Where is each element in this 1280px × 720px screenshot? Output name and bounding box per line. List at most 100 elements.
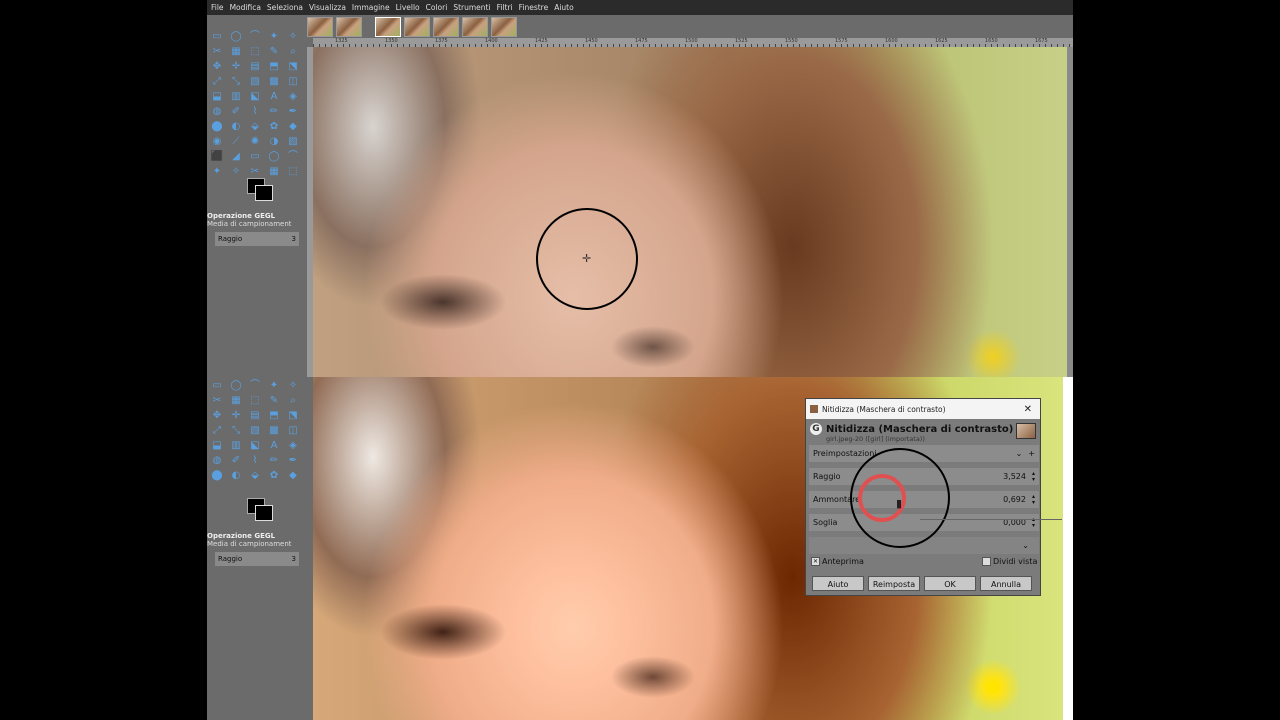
tool-icon[interactable]: ▦ [228, 45, 244, 59]
tool-icon[interactable]: ▧ [247, 424, 263, 438]
tool-icon[interactable]: ✿ [266, 120, 282, 134]
image-tab[interactable] [307, 17, 333, 37]
tool-icon[interactable]: ⬙ [247, 469, 263, 483]
tool-icon[interactable]: ▭ [247, 150, 263, 164]
tool-icon[interactable]: ✒ [285, 105, 301, 119]
tool-icon[interactable]: ▦ [228, 394, 244, 408]
tool-icon[interactable]: ✦ [209, 165, 225, 179]
tool-icon[interactable]: ⌕ [285, 45, 301, 59]
tool-icon[interactable]: ✧ [285, 379, 301, 393]
color-swatches[interactable] [239, 178, 279, 202]
tool-icon[interactable]: ⌕ [285, 394, 301, 408]
tool-icon[interactable]: ⌒ [247, 379, 263, 393]
tool-icon[interactable]: ◐ [228, 469, 244, 483]
tool-icon[interactable]: ✎ [266, 45, 282, 59]
tool-icon[interactable]: ◉ [209, 135, 225, 149]
tool-icon[interactable]: ⬒ [266, 60, 282, 74]
tool-icon[interactable]: ⤢ [209, 424, 225, 438]
tool-icon[interactable]: ▩ [266, 75, 282, 89]
spin-arrows-icon[interactable]: ▴▾ [1032, 470, 1035, 483]
tool-icon[interactable]: ⬔ [285, 60, 301, 74]
tool-icon[interactable]: ⬒ [266, 409, 282, 423]
tool-icon[interactable]: ◫ [285, 424, 301, 438]
tool-icon[interactable]: ⬚ [247, 394, 263, 408]
tool-icon[interactable]: ⬔ [285, 409, 301, 423]
tool-icon[interactable]: ▭ [209, 379, 225, 393]
image-tab[interactable] [491, 17, 517, 37]
spin-arrows-icon[interactable]: ▴▾ [1032, 493, 1035, 506]
tool-icon[interactable]: ◆ [285, 120, 301, 134]
tool-icon[interactable]: ◆ [285, 469, 301, 483]
tool-icon[interactable]: ⌇ [247, 454, 263, 468]
tool-icon[interactable]: ✂ [209, 45, 225, 59]
split-view-checkbox[interactable]: Dividi vista [982, 557, 1037, 566]
menu-image[interactable]: Immagine [352, 0, 390, 15]
tool-icon[interactable]: A [266, 90, 282, 104]
add-preset-icon[interactable]: + [1028, 449, 1035, 458]
menu-view[interactable]: Visualizza [309, 0, 346, 15]
tool-icon[interactable]: ✦ [266, 379, 282, 393]
checkbox-icon[interactable] [982, 557, 991, 566]
tool-icon[interactable]: ⬚ [247, 45, 263, 59]
tool-icon[interactable]: ⬙ [247, 120, 263, 134]
tool-icon[interactable]: ▩ [266, 424, 282, 438]
tool-icon[interactable]: ◈ [285, 439, 301, 453]
checkbox-checked-icon[interactable]: ✕ [811, 557, 820, 566]
image-tab[interactable] [336, 17, 362, 37]
tool-icon[interactable]: ✿ [266, 469, 282, 483]
tool-icon[interactable]: ⌒ [285, 150, 301, 164]
background-color[interactable] [255, 185, 273, 201]
tool-icon[interactable]: ◢ [228, 150, 244, 164]
tool-icon[interactable]: ✎ [266, 394, 282, 408]
tool-icon[interactable]: ⬚ [285, 165, 301, 179]
tool-icon[interactable]: ✧ [228, 165, 244, 179]
tool-icon[interactable]: ⤡ [228, 75, 244, 89]
menu-tools[interactable]: Strumenti [453, 0, 490, 15]
ok-button[interactable]: OK [924, 576, 976, 591]
menu-filters[interactable]: Filtri [497, 0, 513, 15]
tool-icon[interactable]: ⬓ [209, 90, 225, 104]
tool-icon[interactable]: ◯ [228, 30, 244, 44]
tool-icon[interactable]: ⬓ [209, 439, 225, 453]
reset-button[interactable]: Reimposta [868, 576, 920, 591]
image-tab[interactable] [433, 17, 459, 37]
tool-icon[interactable]: ✏ [266, 105, 282, 119]
menu-select[interactable]: Seleziona [267, 0, 303, 15]
tool-icon[interactable]: ▤ [247, 409, 263, 423]
image-canvas-before[interactable] [313, 47, 1073, 377]
tool-icon[interactable]: ✥ [209, 60, 225, 74]
radius-field[interactable]: Raggio 3 [215, 232, 299, 246]
menu-windows[interactable]: Finestre [519, 0, 549, 15]
vertical-scrollbar[interactable] [1067, 47, 1073, 377]
tool-icon[interactable]: ✂ [209, 394, 225, 408]
dialog-titlebar[interactable]: Nitidizza (Maschera di contrasto) ✕ [806, 399, 1040, 419]
chevron-down-icon[interactable]: ⌄ [1016, 449, 1023, 458]
tool-icon[interactable]: ▥ [228, 439, 244, 453]
tool-icon[interactable]: ⬛ [209, 150, 225, 164]
image-tab-active[interactable] [375, 17, 401, 37]
menu-help[interactable]: Aiuto [554, 0, 574, 15]
tool-icon[interactable]: ✐ [228, 454, 244, 468]
tool-icon[interactable]: ✛ [228, 409, 244, 423]
image-tab[interactable] [462, 17, 488, 37]
tool-icon[interactable]: ⬤ [209, 120, 225, 134]
tool-icon[interactable]: ◐ [228, 120, 244, 134]
chevron-down-icon[interactable]: ⌄ [1022, 541, 1029, 550]
menu-layer[interactable]: Livello [396, 0, 420, 15]
tool-icon[interactable]: ✧ [285, 30, 301, 44]
tool-icon[interactable]: ✂ [247, 165, 263, 179]
image-tab[interactable] [404, 17, 430, 37]
tool-icon[interactable]: ▦ [266, 165, 282, 179]
background-color[interactable] [255, 505, 273, 521]
tool-icon[interactable]: ◯ [228, 379, 244, 393]
tool-icon[interactable]: ◈ [285, 90, 301, 104]
tool-icon[interactable]: ◯ [266, 150, 282, 164]
tool-icon[interactable]: ⟋ [228, 135, 244, 149]
tool-icon[interactable]: ◫ [285, 75, 301, 89]
menu-edit[interactable]: Modifica [230, 0, 261, 15]
tool-icon[interactable]: ▥ [228, 90, 244, 104]
tool-icon[interactable]: ⬕ [247, 439, 263, 453]
tool-icon[interactable]: ⌇ [247, 105, 263, 119]
tool-icon[interactable]: ⤢ [209, 75, 225, 89]
tool-icon[interactable]: ✦ [266, 30, 282, 44]
